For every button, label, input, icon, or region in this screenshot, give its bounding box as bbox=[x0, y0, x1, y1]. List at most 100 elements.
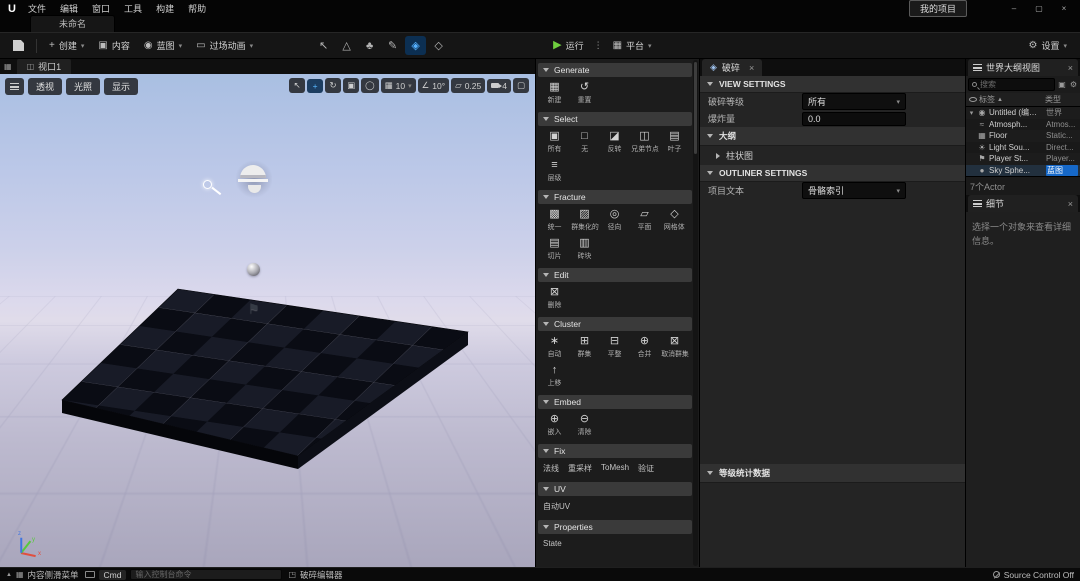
scrollbar-thumb[interactable] bbox=[694, 62, 697, 154]
tab-details[interactable]: 细节 × bbox=[968, 195, 1078, 212]
tool-validate[interactable]: 验证 bbox=[635, 460, 659, 477]
tool-delete[interactable]: ⊠ 删除 bbox=[540, 284, 569, 312]
viewport-3d[interactable]: ⚑ 透视 光照 显示 ↖ + ↻ ▣ ◯ ▦ 10 ▾ ∠ 10° ▱ 0.25 4 bbox=[0, 74, 535, 567]
tool-auto-cluster[interactable]: ∗ 自动 bbox=[540, 333, 569, 361]
tool-select-invert[interactable]: ◪ 反转 bbox=[600, 128, 629, 156]
new-folder-icon[interactable]: ▣ bbox=[1057, 80, 1067, 89]
foliage-mode-icon[interactable]: ♣ bbox=[359, 36, 380, 55]
select-mode-icon[interactable]: ↖ bbox=[313, 36, 334, 55]
rotate-tool-button[interactable]: ↻ bbox=[325, 78, 342, 93]
tool-merge[interactable]: ⊕ 合并 bbox=[630, 333, 659, 361]
section-header-fix[interactable]: Fix bbox=[538, 444, 692, 458]
menu-item[interactable]: 帮助 bbox=[181, 0, 213, 17]
tool-select-none[interactable]: □ 无 bbox=[570, 128, 599, 156]
close-icon[interactable]: × bbox=[749, 63, 754, 73]
section-header-generate[interactable]: Generate bbox=[538, 63, 692, 77]
outliner-row[interactable]: ▾ ◉Untitled (编辑器世界)世界 bbox=[966, 107, 1080, 119]
tool-select-level[interactable]: ≡ 层级 bbox=[540, 157, 569, 185]
cinematics-button[interactable]: ▭ 过场动画 ▾ bbox=[190, 36, 259, 55]
tool-flush[interactable]: ⊖ 清除 bbox=[570, 411, 599, 439]
outliner-row[interactable]: ☀ Light Sou... Direct... bbox=[966, 141, 1080, 153]
lit-button[interactable]: 光照 bbox=[66, 78, 101, 95]
explode-amount-input[interactable]: 0.0 bbox=[802, 111, 906, 126]
scale-snap-toggle[interactable]: ▱ 0.25 bbox=[451, 78, 486, 93]
fracture-mode-icon[interactable]: ◈ bbox=[405, 36, 427, 55]
create-button[interactable]: + 创建 ▾ bbox=[43, 36, 90, 55]
level-stats-header[interactable]: 等级统计数据 bbox=[700, 464, 965, 483]
save-button[interactable] bbox=[7, 37, 30, 54]
settings-button[interactable]: ⚙ 设置 ▾ bbox=[1023, 36, 1074, 55]
project-button[interactable]: 我的项目 bbox=[908, 0, 967, 17]
outline-section-header[interactable]: 大纲 bbox=[700, 127, 965, 146]
camera-speed-button[interactable]: 4 bbox=[487, 78, 511, 93]
viewport-menu-button[interactable] bbox=[5, 78, 24, 95]
outliner-column-headers[interactable]: 标签 ▲ 类型 bbox=[966, 93, 1080, 107]
minimize-button[interactable]: – bbox=[1002, 4, 1026, 13]
tab-fracture[interactable]: ◈ 破碎 × bbox=[702, 59, 763, 76]
close-icon[interactable]: × bbox=[1068, 63, 1073, 73]
sky-light-gizmo[interactable] bbox=[236, 160, 272, 198]
tool-uncluster[interactable]: ⊠ 取消群集 bbox=[660, 333, 689, 361]
close-button[interactable]: × bbox=[1052, 4, 1076, 13]
level-tab[interactable]: 未命名 bbox=[30, 15, 116, 32]
outliner-row[interactable]: ▦ Floor Static... bbox=[966, 130, 1080, 142]
outliner-settings-icon[interactable]: ⚙ bbox=[1069, 80, 1078, 89]
outliner-settings-header[interactable]: OUTLINER SETTINGS bbox=[700, 165, 965, 182]
blueprint-button[interactable]: ◉ 蓝图 ▾ bbox=[138, 36, 188, 55]
menu-item[interactable]: 工具 bbox=[117, 0, 149, 17]
section-header-fracture[interactable]: Fracture bbox=[538, 190, 692, 204]
play-button[interactable]: ▶ 运行 bbox=[547, 36, 589, 55]
tool-flatten[interactable]: ⊟ 平整 bbox=[600, 333, 629, 361]
tool-state[interactable]: State bbox=[540, 536, 567, 551]
tool-slice[interactable]: ▤ 切片 bbox=[540, 235, 569, 263]
label-column-header[interactable]: 标签 ▲ bbox=[979, 94, 1043, 105]
tool-radial[interactable]: ◎ 径向 bbox=[600, 206, 629, 234]
tool-cluster[interactable]: ⊞ 群集 bbox=[570, 333, 599, 361]
show-button[interactable]: 显示 bbox=[104, 78, 139, 95]
rotation-snap-toggle[interactable]: ∠ 10° bbox=[417, 78, 450, 93]
console-command-input[interactable] bbox=[130, 569, 283, 580]
tool-select-siblings[interactable]: ◫ 兄弟节点 bbox=[630, 128, 659, 156]
fracture-editor-status[interactable]: ◳ 破碎编辑器 bbox=[288, 569, 342, 581]
tool-new[interactable]: ▦ 新建 bbox=[540, 79, 569, 107]
scrollbar[interactable] bbox=[693, 60, 698, 566]
outliner-row[interactable]: ● Sky Sphe... 蓝图 bbox=[966, 164, 1080, 176]
directional-light-gizmo[interactable] bbox=[203, 180, 212, 189]
sphere-actor[interactable] bbox=[247, 263, 260, 276]
platform-button[interactable]: ▦ 平台 ▾ bbox=[607, 36, 658, 55]
tool-normals[interactable]: 法线 bbox=[540, 460, 564, 477]
tool-planar[interactable]: ▱ 平面 bbox=[630, 206, 659, 234]
outliner-row[interactable]: ⚑ Player St... Player... bbox=[966, 153, 1080, 165]
scale-tool-button[interactable]: ▣ bbox=[343, 78, 360, 93]
maximize-button[interactable]: ▢ bbox=[1027, 4, 1051, 13]
tool-auto-uv[interactable]: 自动UV bbox=[540, 498, 575, 515]
tool-move-up[interactable]: ↑ 上移 bbox=[540, 362, 569, 390]
section-header-embed[interactable]: Embed bbox=[538, 395, 692, 409]
section-header-edit[interactable]: Edit bbox=[538, 268, 692, 282]
floor-platform[interactable] bbox=[0, 74, 535, 567]
modeling-mode-icon[interactable]: ◇ bbox=[428, 36, 449, 55]
viewport-tab[interactable]: ◫ 视口1 bbox=[16, 59, 72, 74]
tool-select-leaves[interactable]: ▤ 叶子 bbox=[660, 128, 689, 156]
perspective-button[interactable]: 透视 bbox=[28, 78, 63, 95]
section-header-select[interactable]: Select bbox=[538, 112, 692, 126]
menu-item[interactable]: 构建 bbox=[149, 0, 181, 17]
close-icon[interactable]: × bbox=[1068, 199, 1073, 209]
tool-mesh[interactable]: ◇ 网格体 bbox=[660, 206, 689, 234]
section-header-cluster[interactable]: Cluster bbox=[538, 317, 692, 331]
tool-brick[interactable]: ▥ 砖块 bbox=[570, 235, 599, 263]
fracture-level-dropdown[interactable]: 所有 ▾ bbox=[802, 93, 906, 110]
content-button[interactable]: ▣ 内容 bbox=[92, 36, 135, 55]
player-start-gizmo[interactable]: ⚑ bbox=[248, 301, 260, 317]
search-box[interactable] bbox=[968, 78, 1056, 91]
type-column-header[interactable]: 类型 bbox=[1045, 94, 1077, 105]
tool-resample[interactable]: 重采样 bbox=[565, 460, 597, 477]
view-settings-header[interactable]: VIEW SETTINGS bbox=[700, 76, 965, 93]
tool-embed[interactable]: ⊕ 嵌入 bbox=[540, 411, 569, 439]
search-input[interactable] bbox=[980, 80, 1052, 89]
item-text-dropdown[interactable]: 骨骼索引 ▾ bbox=[802, 182, 906, 199]
viewport-layout-icon[interactable]: ▦ bbox=[4, 62, 12, 71]
landscape-mode-icon[interactable]: △ bbox=[336, 36, 357, 55]
section-header-uv[interactable]: UV bbox=[538, 482, 692, 496]
maximize-viewport-button[interactable]: ▢ bbox=[512, 78, 529, 93]
